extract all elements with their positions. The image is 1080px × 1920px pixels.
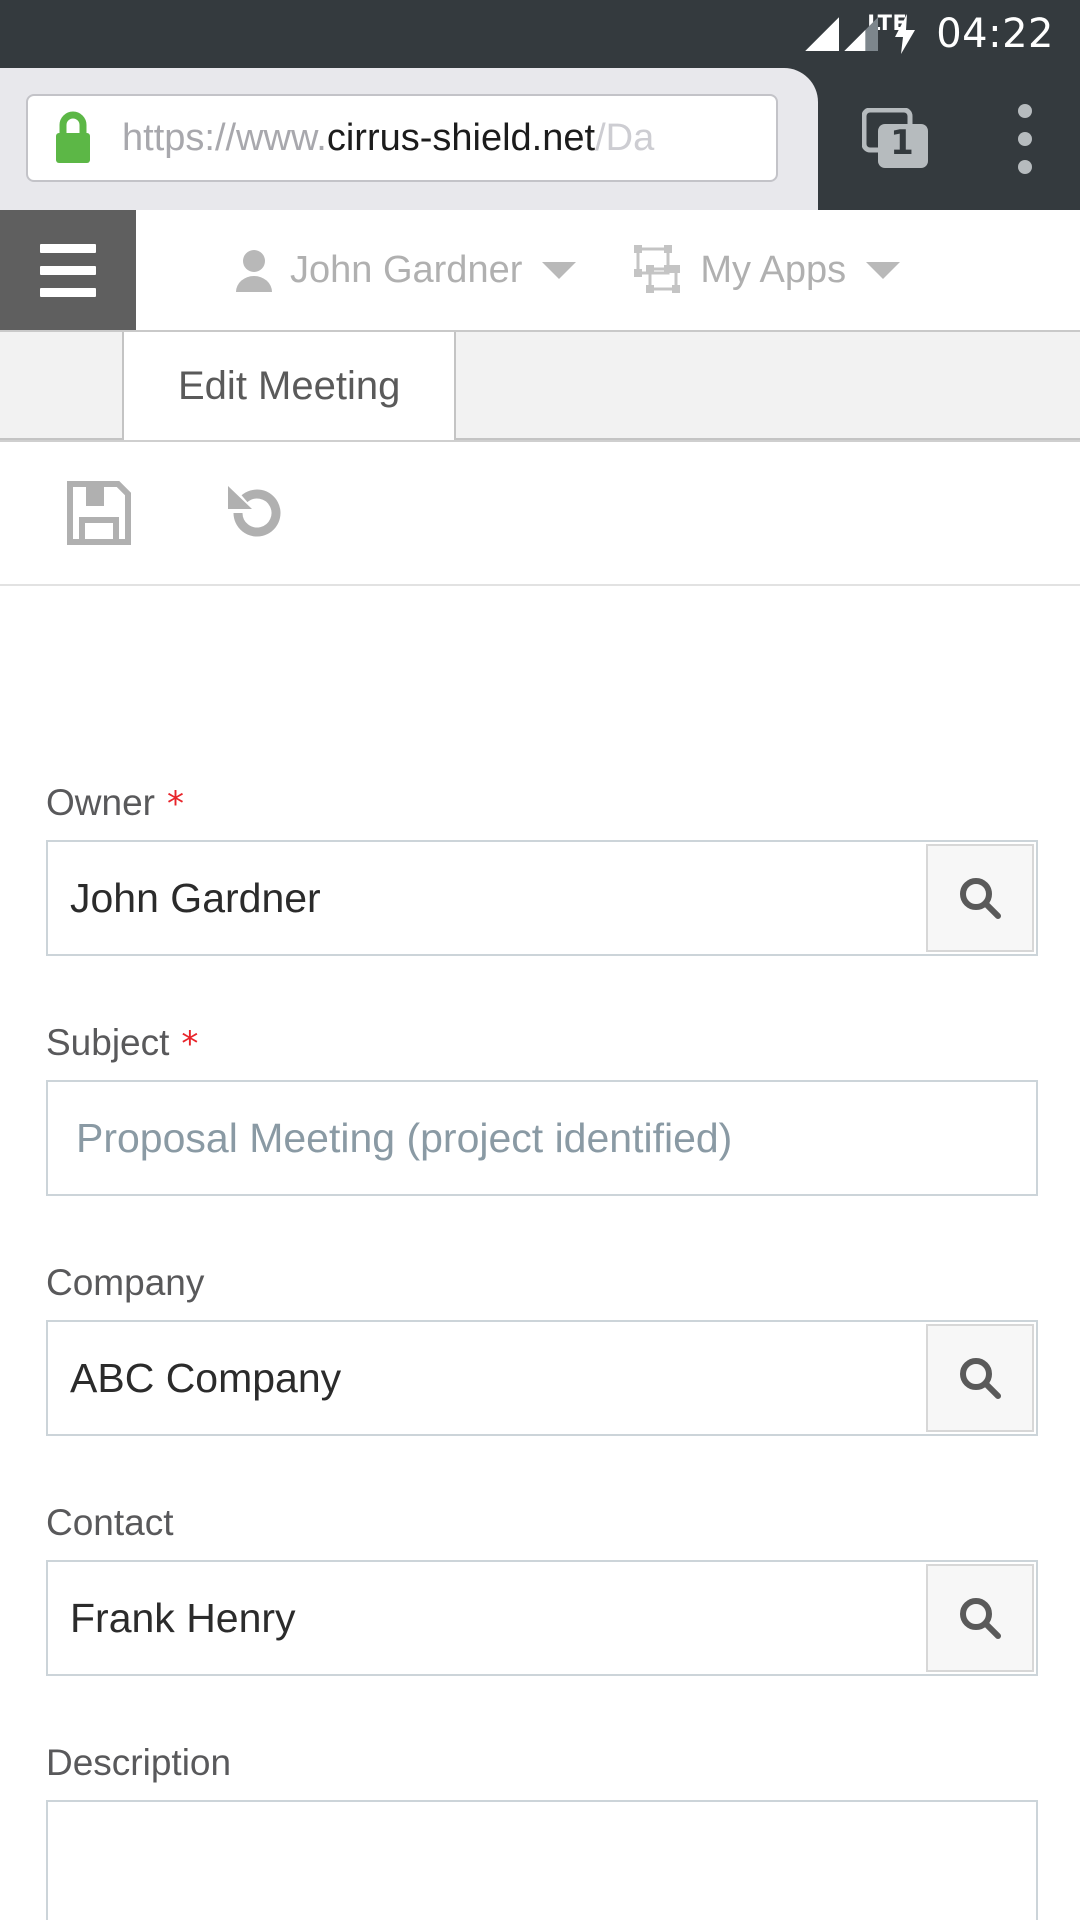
field-subject-label: Subject [46, 1022, 169, 1064]
field-owner-label: Owner [46, 782, 155, 824]
form-toolbar [0, 442, 1080, 586]
save-button[interactable] [62, 476, 136, 550]
app-nav-bar: John Gardner My Apps [0, 210, 1080, 332]
tab-edit-meeting-label: Edit Meeting [178, 364, 400, 409]
contact-input-value: Frank Henry [48, 1595, 296, 1642]
field-owner: Owner * John Gardner [46, 782, 1034, 956]
person-icon [234, 248, 274, 292]
subject-input-value: Proposal Meeting (project identified) [48, 1115, 732, 1162]
search-icon [956, 1354, 1004, 1402]
undo-button[interactable] [218, 476, 292, 550]
chevron-down-icon [542, 262, 576, 279]
undo-arrow-icon [218, 476, 292, 550]
apps-grid-icon [632, 245, 684, 295]
nav-item-user-label: John Gardner [290, 249, 522, 292]
owner-input-value: John Gardner [48, 875, 321, 922]
status-bar-clock: 04:22 [936, 11, 1054, 57]
contact-input[interactable]: Frank Henry [46, 1560, 1038, 1676]
field-contact-label: Contact [46, 1502, 174, 1544]
browser-chrome: https://www.cirrus-shield.net/Da 1 [0, 68, 1080, 210]
nav-item-my-apps[interactable]: My Apps [632, 245, 900, 295]
android-status-bar: LTE 04:22 [0, 0, 1080, 68]
tab-strip-filler [456, 332, 1080, 440]
required-indicator: * [167, 787, 184, 821]
signal-bars-icon: LTE [805, 17, 878, 51]
company-lookup-button[interactable] [926, 1324, 1034, 1432]
contact-lookup-button[interactable] [926, 1564, 1034, 1672]
description-input[interactable] [46, 1800, 1038, 1920]
omnibox-shell: https://www.cirrus-shield.net/Da [0, 68, 818, 210]
chevron-down-icon [866, 262, 900, 279]
field-company-label: Company [46, 1262, 204, 1304]
nav-items: John Gardner My Apps [136, 210, 900, 330]
search-icon [956, 874, 1004, 922]
url-path: /Da [595, 117, 654, 159]
company-input[interactable]: ABC Company [46, 1320, 1038, 1436]
tab-edit-meeting[interactable]: Edit Meeting [124, 332, 456, 440]
field-description: Description [46, 1742, 1034, 1920]
subject-input[interactable]: Proposal Meeting (project identified) [46, 1080, 1038, 1196]
field-contact: Contact Frank Henry [46, 1502, 1034, 1676]
field-description-label: Description [46, 1742, 231, 1784]
tab-switcher-icon[interactable]: 1 [862, 108, 930, 170]
tab-stub-left[interactable] [0, 332, 124, 440]
field-company: Company ABC Company [46, 1262, 1034, 1436]
search-icon [956, 1594, 1004, 1642]
hamburger-menu-icon[interactable] [0, 210, 136, 330]
overflow-menu-icon[interactable] [1014, 104, 1036, 174]
field-subject: Subject * Proposal Meeting (project iden… [46, 1022, 1034, 1196]
owner-lookup-button[interactable] [926, 844, 1034, 952]
nav-item-my-apps-label: My Apps [700, 249, 846, 292]
url-bar[interactable]: https://www.cirrus-shield.net/Da [26, 94, 778, 182]
nav-item-user[interactable]: John Gardner [234, 248, 576, 292]
lock-icon [50, 109, 96, 167]
company-input-value: ABC Company [48, 1355, 341, 1402]
url-scheme: https://www. [122, 117, 327, 159]
meeting-form: Owner * John Gardner Subject * Proposal … [0, 586, 1080, 1920]
url-text: https://www.cirrus-shield.net/Da [122, 117, 654, 160]
owner-input[interactable]: John Gardner [46, 840, 1038, 956]
tab-strip: Edit Meeting [0, 332, 1080, 442]
url-domain: cirrus-shield.net [327, 117, 595, 159]
save-floppy-icon [62, 476, 136, 550]
tab-count-label: 1 [862, 108, 930, 170]
required-indicator: * [181, 1027, 198, 1061]
